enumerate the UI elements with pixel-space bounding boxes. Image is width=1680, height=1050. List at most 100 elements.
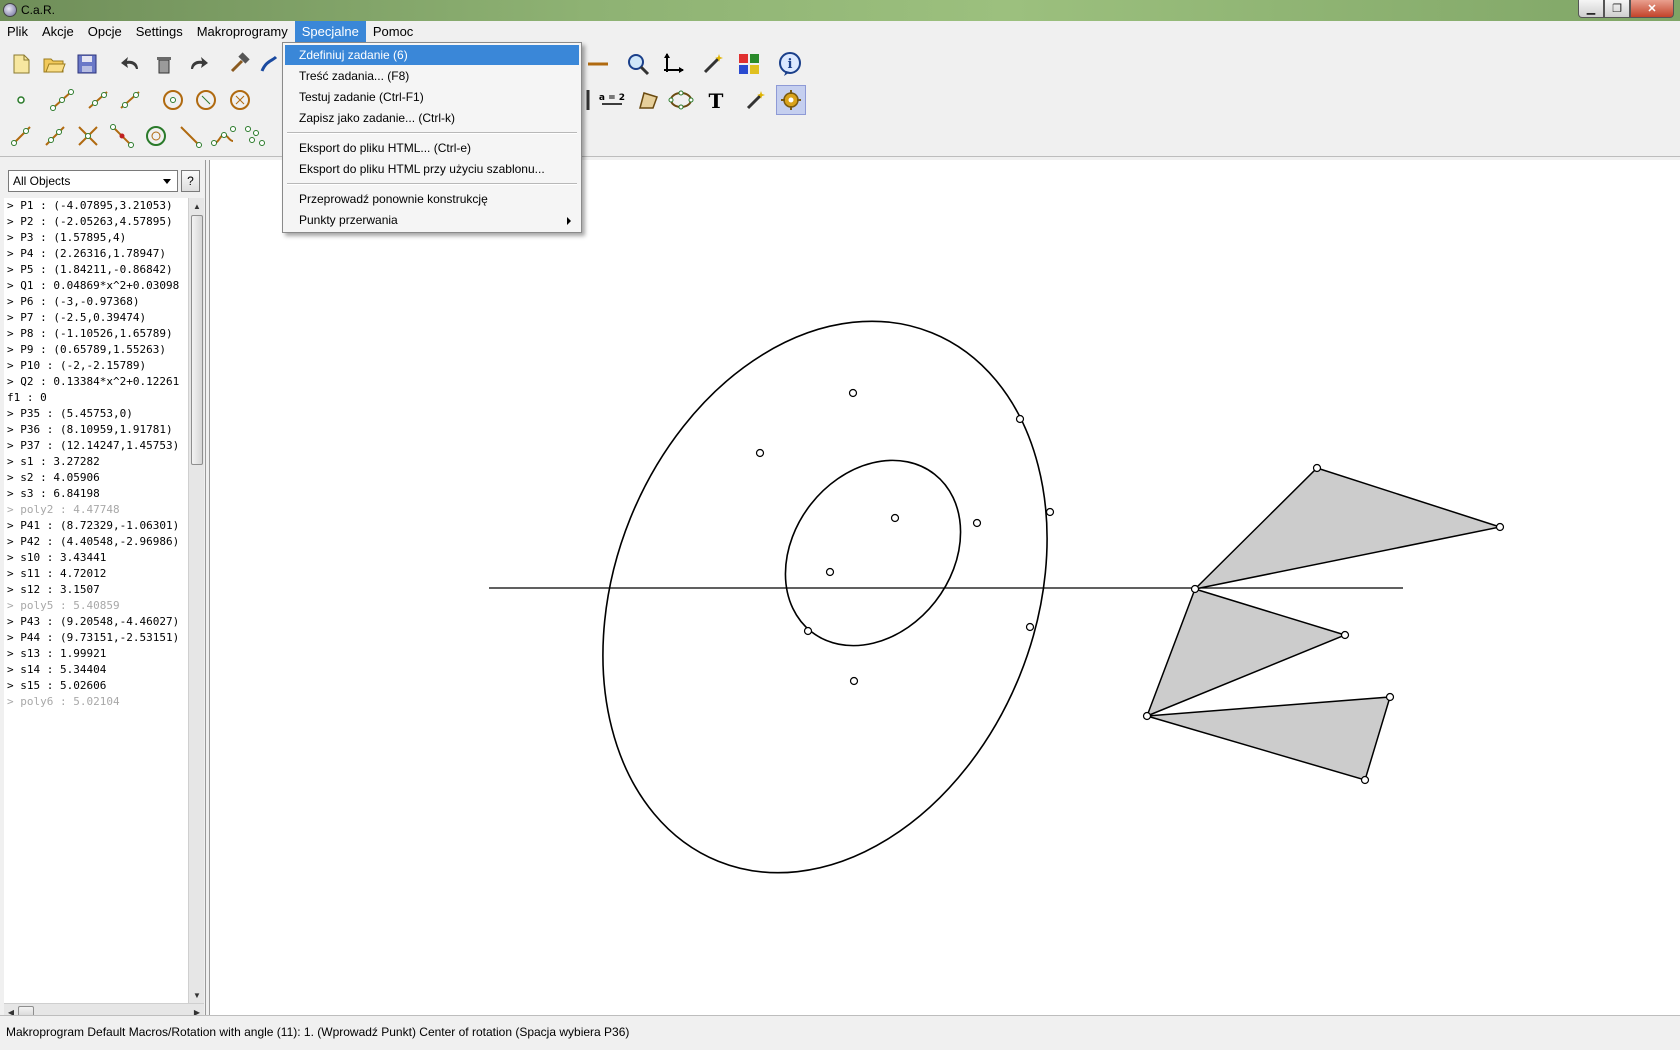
object-row[interactable]: > s14 : 5.34404 (4, 662, 188, 678)
menu-define-task[interactable]: Zdefiniuj zadanie (6) (285, 45, 579, 65)
zoom-button[interactable] (623, 49, 653, 79)
point-p35[interactable] (1190, 584, 1200, 594)
object-row[interactable]: > P37 : (12.14247,1.45753) (4, 438, 188, 454)
circle-radius-tool-button[interactable] (191, 85, 221, 115)
info-button[interactable]: i (775, 49, 805, 79)
menu-save-as-task[interactable]: Zapisz jako zadanie... (Ctrl-k) (285, 108, 579, 128)
close-button[interactable]: ✕ (1630, 0, 1674, 18)
object-row[interactable]: > P6 : (-3,-0.97368) (4, 294, 188, 310)
ray-tool-button[interactable] (83, 85, 113, 115)
line-style-button[interactable] (583, 49, 613, 79)
new-file-button[interactable] (6, 49, 36, 79)
equation-tool-button[interactable]: a = 2 (597, 85, 627, 115)
menu-test-task[interactable]: Testuj zadanie (Ctrl-F1) (285, 87, 579, 107)
point-p7[interactable] (825, 567, 835, 577)
object-row[interactable]: > P7 : (-2.5,0.39474) (4, 310, 188, 326)
point-p2[interactable] (755, 448, 765, 458)
menu-replay-construction[interactable]: Przeprowadź ponownie konstrukcję (285, 189, 579, 209)
point-p41[interactable] (1340, 630, 1350, 640)
object-row[interactable]: > P5 : (1.84211,-0.86842) (4, 262, 188, 278)
object-row[interactable]: > P10 : (-2,-2.15789) (4, 358, 188, 374)
construction-canvas[interactable] (209, 160, 1680, 1015)
point-p36[interactable] (1312, 463, 1322, 473)
text-tool-button[interactable]: T (701, 85, 731, 115)
draw-tool-button[interactable] (254, 49, 284, 79)
vscroll-thumb[interactable] (191, 215, 203, 465)
point-p9[interactable] (972, 518, 982, 528)
menu-plik[interactable]: Plik (0, 21, 35, 42)
object-row[interactable]: > s3 : 6.84198 (4, 486, 188, 502)
object-row[interactable]: > P35 : (5.45753,0) (4, 406, 188, 422)
circle-tool-button[interactable] (158, 85, 188, 115)
maximize-button[interactable]: ❐ (1604, 0, 1630, 18)
polygon-poly6[interactable] (1146, 696, 1392, 781)
minimize-button[interactable]: ▁ (1578, 0, 1604, 18)
menu-makroprogramy[interactable]: Makroprogramy (190, 21, 295, 42)
object-list-vscrollbar[interactable]: ▲ ▼ (188, 198, 204, 1003)
object-row[interactable]: > s1 : 3.27282 (4, 454, 188, 470)
menu-specjalne[interactable]: Specjalne (294, 21, 366, 42)
redo-button[interactable] (183, 49, 213, 79)
polygon-poly5[interactable] (1145, 588, 1348, 718)
point-p4[interactable] (1045, 507, 1055, 517)
color-palette-button[interactable] (734, 49, 764, 79)
object-row[interactable]: > Q2 : 0.13384*x^2+0.12261 (4, 374, 188, 390)
point-p43[interactable] (1360, 775, 1370, 785)
object-row[interactable]: > P9 : (0.65789,1.55263) (4, 342, 188, 358)
object-row[interactable]: > poly5 : 5.40859 (4, 598, 188, 614)
polygon-poly2[interactable] (1192, 467, 1503, 591)
axes-button[interactable] (657, 49, 687, 79)
point-p3[interactable] (1015, 414, 1025, 424)
object-row[interactable]: > P3 : (1.57895,4) (4, 230, 188, 246)
menu-akcje[interactable]: Akcje (35, 21, 81, 42)
angle-tool-button[interactable] (175, 121, 205, 151)
polygon-tool-button[interactable] (633, 85, 663, 115)
open-file-button[interactable] (39, 49, 69, 79)
wand-tool-button[interactable] (741, 85, 771, 115)
circle3-tool-button[interactable] (141, 121, 171, 151)
object-row[interactable]: > P44 : (9.73151,-2.53151) (4, 630, 188, 646)
object-row[interactable]: > s13 : 1.99921 (4, 646, 188, 662)
scroll-up-icon[interactable]: ▲ (189, 198, 205, 214)
move-tool-button[interactable] (208, 121, 238, 151)
midpoint-tool-button[interactable] (107, 121, 137, 151)
menu-export-html[interactable]: Eksport do pliku HTML... (Ctrl-e) (285, 138, 579, 158)
conic-q1[interactable] (524, 254, 1127, 940)
object-row[interactable]: > P8 : (-1.10526,1.65789) (4, 326, 188, 342)
point-p6[interactable] (803, 626, 813, 636)
save-button[interactable] (72, 49, 102, 79)
object-row[interactable]: > poly6 : 5.02104 (4, 694, 188, 710)
object-row[interactable]: > P42 : (4.40548,-2.96986) (4, 534, 188, 550)
menu-task-text[interactable]: Treść zadania... (F8) (285, 66, 579, 86)
point-p1[interactable] (848, 388, 858, 398)
undo-button[interactable] (116, 49, 146, 79)
menu-export-html-template[interactable]: Eksport do pliku HTML przy użyciu szablo… (285, 159, 579, 179)
point-p42[interactable] (1142, 711, 1152, 721)
scroll-down-icon[interactable]: ▼ (189, 987, 205, 1003)
object-row[interactable]: > P1 : (-4.07895,3.21053) (4, 198, 188, 214)
help-button[interactable]: ? (181, 170, 200, 192)
object-row[interactable]: > P36 : (8.10959,1.91781) (4, 422, 188, 438)
fixed-circle-tool-button[interactable] (225, 85, 255, 115)
point-tool-button[interactable] (6, 85, 36, 115)
object-row[interactable]: > P2 : (-2.05263,4.57895) (4, 214, 188, 230)
edit-tool-button[interactable] (224, 49, 254, 79)
point-p44[interactable] (1385, 692, 1395, 702)
object-row[interactable]: > s2 : 4.05906 (4, 470, 188, 486)
object-row[interactable]: > s15 : 5.02606 (4, 678, 188, 694)
menu-breakpoints[interactable]: Punkty przerwania (285, 210, 579, 230)
point-p37[interactable] (1495, 522, 1505, 532)
conic-tool-button[interactable] (666, 85, 696, 115)
perpendicular-tool-button[interactable] (40, 121, 70, 151)
object-row[interactable]: > P43 : (9.20548,-4.46027) (4, 614, 188, 630)
segment-tool-button[interactable] (47, 85, 77, 115)
object-row[interactable]: > poly2 : 4.47748 (4, 502, 188, 518)
point-p10[interactable] (849, 676, 859, 686)
object-row[interactable]: > P4 : (2.26316,1.78947) (4, 246, 188, 262)
magic-wand-button[interactable] (698, 49, 728, 79)
object-row[interactable]: > Q1 : 0.04869*x^2+0.03098 (4, 278, 188, 294)
point-p5[interactable] (1025, 622, 1035, 632)
object-row[interactable]: f1 : 0 (4, 390, 188, 406)
menu-settings[interactable]: Settings (129, 21, 190, 42)
menu-opcje[interactable]: Opcje (81, 21, 129, 42)
